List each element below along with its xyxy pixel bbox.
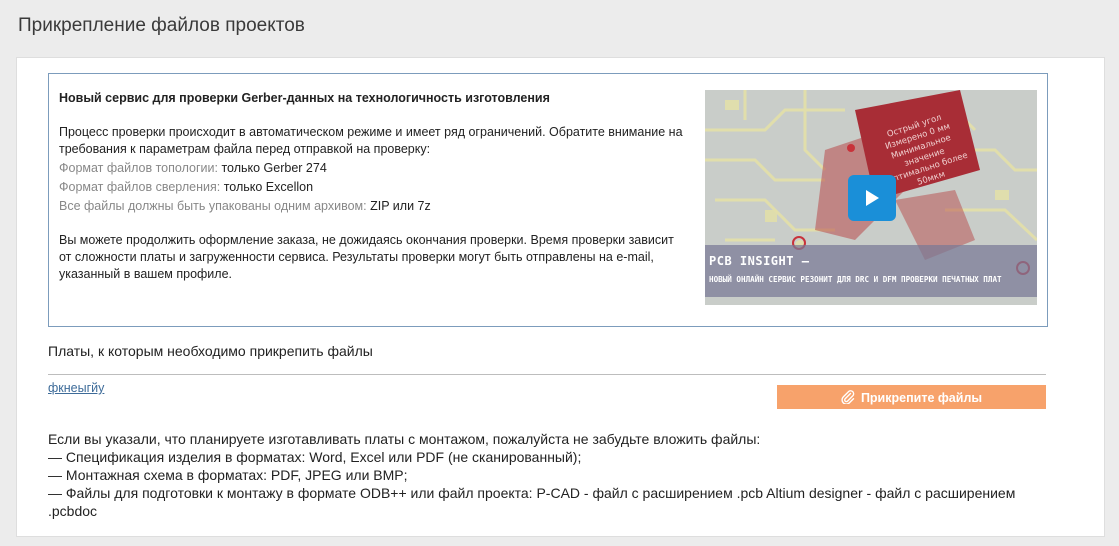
gerber-service-info-box: Новый сервис для проверки Gerber-данных …	[48, 73, 1048, 327]
attach-files-button[interactable]: Прикрепите файлы	[777, 385, 1046, 409]
montage-note-line: Если вы указали, что планируете изготавл…	[48, 431, 761, 447]
info-text: Новый сервис для проверки Gerber-данных …	[59, 90, 689, 283]
boards-label: Платы, к которым необходимо прикрепить ф…	[48, 343, 373, 359]
montage-note-line: — Спецификация изделия в форматах: Word,…	[48, 449, 582, 465]
requirement-value: только Gerber 274	[221, 161, 327, 175]
requirement-topology: Формат файлов топологии: только Gerber 2…	[59, 160, 689, 177]
requirement-drill: Формат файлов сверления: только Excellon	[59, 179, 689, 196]
montage-note-line: — Монтажная схема в форматах: PDF, JPEG …	[48, 467, 408, 483]
board-link[interactable]: фкнеыгйу	[48, 381, 104, 395]
video-banner-subtitle: НОВЫЙ ОНЛАЙН СЕРВИС РЕЗОНИТ ДЛЯ DRC И DF…	[709, 275, 1002, 284]
montage-notes: Если вы указали, что планируете изготавл…	[48, 430, 1058, 520]
video-player[interactable]: Острый угол Измерено 0 мм Минимальное зн…	[705, 90, 1037, 305]
requirement-value: только Excellon	[223, 180, 314, 194]
info-heading: Новый сервис для проверки Gerber-данных …	[59, 91, 550, 105]
requirement-archive: Все файлы должны быть упакованы одним ар…	[59, 198, 689, 215]
requirement-label: Все файлы должны быть упакованы одним ар…	[59, 199, 367, 213]
play-icon	[866, 190, 879, 206]
montage-note-line: — Файлы для подготовки к монтажу в форма…	[48, 485, 1016, 519]
play-button[interactable]	[848, 175, 896, 221]
requirement-label: Формат файлов топологии:	[59, 161, 218, 175]
requirement-label: Формат файлов сверления:	[59, 180, 221, 194]
info-intro: Процесс проверки происходит в автоматиче…	[59, 125, 683, 156]
divider	[48, 374, 1046, 375]
content-card: Новый сервис для проверки Gerber-данных …	[16, 57, 1105, 537]
attach-files-label: Прикрепите файлы	[860, 390, 983, 405]
info-note: Вы можете продолжить оформление заказа, …	[59, 233, 674, 281]
requirement-value: ZIP или 7z	[370, 199, 431, 213]
paperclip-icon	[841, 389, 855, 404]
video-banner: PCB INSIGHT – НОВЫЙ ОНЛАЙН СЕРВИС РЕЗОНИ…	[705, 245, 1037, 297]
page-title: Прикрепление файлов проектов	[18, 15, 305, 36]
video-banner-title: PCB INSIGHT –	[709, 254, 810, 268]
